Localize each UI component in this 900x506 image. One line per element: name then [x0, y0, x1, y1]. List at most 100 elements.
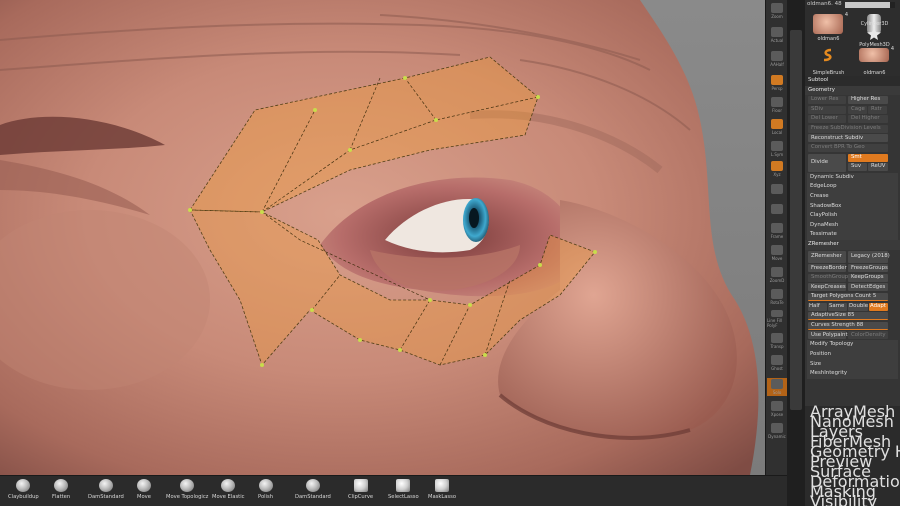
- zremesher-menu[interactable]: ZRemesher: [805, 239, 900, 250]
- color-density-slider[interactable]: ColorDensity: [848, 331, 888, 340]
- geometry-item-claypolish[interactable]: ClayPolish: [807, 211, 898, 221]
- zremesher-button[interactable]: ZRemesher: [808, 250, 846, 263]
- keep-groups-toggle[interactable]: KeepGroups: [848, 273, 888, 282]
- thumb-simplebrush[interactable]: SimpleBrush: [807, 46, 850, 76]
- geometry-item-dynamesh[interactable]: DynaMesh: [807, 220, 898, 231]
- view-button-lsym[interactable]: L.Sym: [767, 140, 787, 158]
- suv-toggle[interactable]: Suv: [848, 162, 867, 171]
- tool-slider[interactable]: [845, 2, 895, 8]
- brush-claybuildup[interactable]: Claybuildup: [8, 479, 39, 505]
- smooth-groups-toggle[interactable]: SmoothGroups: [808, 273, 851, 282]
- view-button-aahalf[interactable]: AAHalf: [767, 50, 787, 68]
- view-button-polyframe[interactable]: Line Fill PolyF: [767, 310, 787, 328]
- thumb-polymesh3d[interactable]: PolyMesh3D: [853, 26, 896, 48]
- divide-row: Divide Smt Suv ReUV: [805, 153, 900, 173]
- smt-toggle[interactable]: Smt: [848, 153, 888, 162]
- brush-icon: [258, 479, 273, 492]
- view-button-dynamic[interactable]: Dynamic: [767, 422, 787, 440]
- use-polypaint-toggle[interactable]: Use Polypaint: [808, 331, 848, 340]
- view-button-label: Move: [771, 256, 783, 261]
- brush-flatten[interactable]: Flatten: [52, 479, 70, 505]
- half-button[interactable]: Half: [808, 302, 827, 311]
- keep-creases-toggle[interactable]: KeepCreases: [808, 283, 846, 292]
- brush-damstandard[interactable]: DamStandard: [295, 479, 331, 505]
- geometry-item-tessimate[interactable]: Tessimate: [807, 230, 898, 240]
- rstr-button[interactable]: Rstr: [868, 105, 887, 114]
- view-button-persp[interactable]: Persp: [767, 74, 787, 92]
- brush-damstandard[interactable]: DamStandard: [88, 479, 124, 505]
- view-button-rotate[interactable]: RotaTe: [767, 288, 787, 306]
- double-button[interactable]: Double: [848, 302, 868, 311]
- convert-bpr-button[interactable]: Convert BPR To Geo: [808, 143, 888, 152]
- brush-icon: [435, 479, 449, 492]
- view-button-move[interactable]: Move: [767, 244, 787, 262]
- view-button-ghost[interactable]: Ghost: [767, 354, 787, 372]
- divide-button[interactable]: Divide: [808, 153, 846, 172]
- brush-clipcurve[interactable]: ClipCurve: [348, 479, 373, 505]
- curves-strength-slider[interactable]: Curves Strength 88: [808, 321, 888, 330]
- brush-selectlasso[interactable]: SelectLasso: [388, 479, 419, 505]
- legacy-button[interactable]: Legacy (2018): [848, 250, 890, 263]
- geometry-item-crease[interactable]: Crease: [807, 191, 898, 202]
- view-button-rotate-z[interactable]: [767, 200, 787, 218]
- view-button-xyz[interactable]: Xyz: [767, 160, 787, 178]
- tool-menu: Subtool Geometry Lower Res Higher Res SD…: [805, 76, 900, 379]
- detect-edges-toggle[interactable]: DetectEdges: [848, 283, 888, 292]
- rotate-y-icon: [771, 183, 783, 194]
- freeze-subdivision-button[interactable]: Freeze SubDivision Levels: [808, 124, 888, 133]
- panel-scrollbar[interactable]: [787, 0, 805, 506]
- geometry-item-size[interactable]: Size: [807, 359, 898, 370]
- zoom-icon: [771, 3, 783, 13]
- view-button-transp[interactable]: Transp: [767, 332, 787, 350]
- geometry-item-modify-topology[interactable]: Modify Topology: [807, 340, 898, 350]
- geometry-item-position[interactable]: Position: [807, 349, 898, 360]
- target-polygons-slider[interactable]: Target Polygons Count 5: [808, 293, 888, 302]
- freeze-groups-toggle[interactable]: FreezeGroups: [848, 264, 888, 273]
- scrollbar-thumb[interactable]: [790, 30, 802, 410]
- geometry-item-shadowbox[interactable]: ShadowBox: [807, 201, 898, 212]
- freeze-border-toggle[interactable]: FreezeBorder: [808, 264, 847, 273]
- lower-res-button[interactable]: Lower Res: [808, 95, 846, 104]
- floor-icon: [771, 97, 783, 107]
- reuv-button[interactable]: ReUV: [868, 162, 888, 171]
- keep-creases-row: KeepCreases DetectEdges: [805, 283, 900, 293]
- brush-label: DamStandard: [295, 494, 331, 500]
- viewport-canvas[interactable]: [0, 0, 765, 475]
- geometry-menu[interactable]: Geometry: [805, 85, 900, 96]
- adaptive-size-slider[interactable]: AdaptiveSize 85: [808, 312, 888, 321]
- thumb-oldman6[interactable]: 4 oldman6: [807, 12, 850, 42]
- brush-move-topologicz[interactable]: Move Topologicz: [166, 479, 208, 505]
- view-button-solo[interactable]: Solo: [767, 378, 787, 396]
- view-button-label: RotaTe: [770, 300, 784, 305]
- view-button-local[interactable]: Local: [767, 118, 787, 136]
- view-button-zoom[interactable]: Zoom: [767, 2, 787, 20]
- geometry-item-edgeloop[interactable]: EdgeLoop: [807, 182, 898, 192]
- brush-move-elastic[interactable]: Move Elastic: [212, 479, 245, 505]
- geometry-item-dynamic-subdiv[interactable]: Dynamic Subdiv: [807, 172, 898, 183]
- view-button-floor[interactable]: Floor: [767, 96, 787, 114]
- view-button-label: Frame: [770, 234, 784, 239]
- adapt-toggle[interactable]: Adapt: [869, 302, 888, 311]
- higher-res-button[interactable]: Higher Res: [848, 95, 888, 104]
- brush-label: SelectLasso: [388, 494, 419, 500]
- geometry-item-meshintegrity[interactable]: MeshIntegrity: [807, 369, 898, 379]
- subtool-menu[interactable]: Subtool: [805, 76, 900, 86]
- brush-masklasso[interactable]: MaskLasso: [428, 479, 456, 505]
- adaptive-size-row: AdaptiveSize 85: [805, 311, 900, 321]
- cage-button[interactable]: Cage: [848, 105, 867, 114]
- view-button-actual[interactable]: Actual: [767, 26, 787, 44]
- del-lower-button[interactable]: Del Lower: [808, 115, 846, 124]
- view-button-xpose[interactable]: Xpose: [767, 400, 787, 418]
- del-higher-button[interactable]: Del Higher: [848, 115, 888, 124]
- view-button-zoom3d[interactable]: ZoomD: [767, 266, 787, 284]
- thumb-oldman6-second[interactable]: 4 oldman6: [853, 46, 896, 76]
- submenu-visibility[interactable]: Visibility: [805, 492, 900, 506]
- view-button-rotate-y[interactable]: [767, 180, 787, 198]
- brush-polish[interactable]: Polish: [258, 479, 273, 505]
- same-button[interactable]: Same: [828, 302, 847, 311]
- view-button-frame[interactable]: Frame: [767, 222, 787, 240]
- reconstruct-subdiv-button[interactable]: Reconstruct Subdiv: [808, 134, 888, 143]
- sdiv-slider[interactable]: SDiv: [808, 105, 846, 114]
- view-button-label: Transp: [770, 344, 784, 349]
- brush-move[interactable]: Move: [137, 479, 151, 505]
